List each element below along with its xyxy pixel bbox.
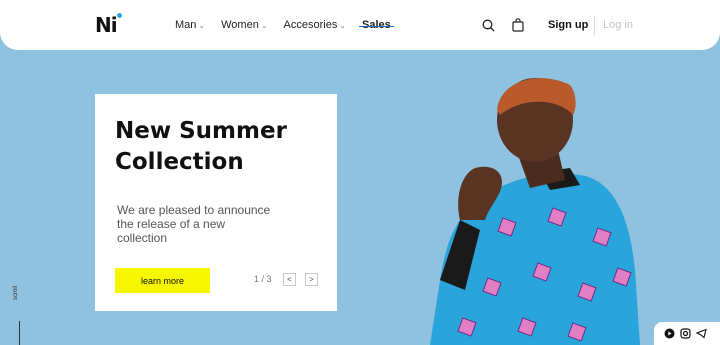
slide-counter: 1 / 3 — [254, 274, 272, 284]
chevron-down-icon: ⌄ — [198, 20, 206, 30]
nav-item-label: Sales — [362, 19, 391, 31]
nav-item-label: Accesories — [283, 19, 338, 31]
main-nav: Man ⌄ Women ⌄ Accesories ⌄ Sales — [175, 19, 394, 31]
hero-title: New Summer Collection — [115, 118, 287, 175]
search-icon[interactable] — [482, 19, 495, 32]
login-link[interactable]: Log in — [603, 19, 633, 31]
nav-item-label: Man — [175, 19, 197, 31]
logo-dot — [117, 13, 122, 18]
youtube-icon[interactable] — [664, 328, 675, 339]
social-links — [654, 322, 720, 345]
hero-card: New Summer Collection We are pleased to … — [95, 94, 337, 311]
nav-item-women[interactable]: Women ⌄ — [221, 19, 267, 31]
chevron-left-icon[interactable]: < — [283, 273, 296, 286]
chevron-down-icon: ⌄ — [339, 20, 347, 30]
learn-more-button[interactable]: learn more — [115, 268, 210, 293]
scroll-label: scroll — [13, 285, 19, 300]
instagram-icon[interactable] — [680, 328, 691, 339]
auth-divider — [594, 16, 595, 36]
hero-description: We are pleased to announce the release o… — [117, 203, 271, 245]
signup-link[interactable]: Sign up — [548, 19, 588, 31]
nav-item-label: Women — [221, 19, 259, 31]
nav-item-sales[interactable]: Sales — [359, 19, 394, 31]
brand-logo[interactable]: Ni — [95, 13, 118, 37]
hero-model-image — [430, 78, 640, 345]
chevron-down-icon: ⌄ — [260, 20, 268, 30]
nav-item-man[interactable]: Man ⌄ — [175, 19, 205, 31]
nav-item-accesories[interactable]: Accesories ⌄ — [284, 19, 347, 31]
site-header: Ni Man ⌄ Women ⌄ Accesories ⌄ Sales Sign… — [0, 0, 720, 50]
chevron-right-icon[interactable]: > — [305, 273, 318, 286]
telegram-icon[interactable] — [696, 328, 707, 339]
scroll-indicator-line — [19, 321, 20, 345]
shopping-bag-icon[interactable] — [512, 18, 524, 32]
